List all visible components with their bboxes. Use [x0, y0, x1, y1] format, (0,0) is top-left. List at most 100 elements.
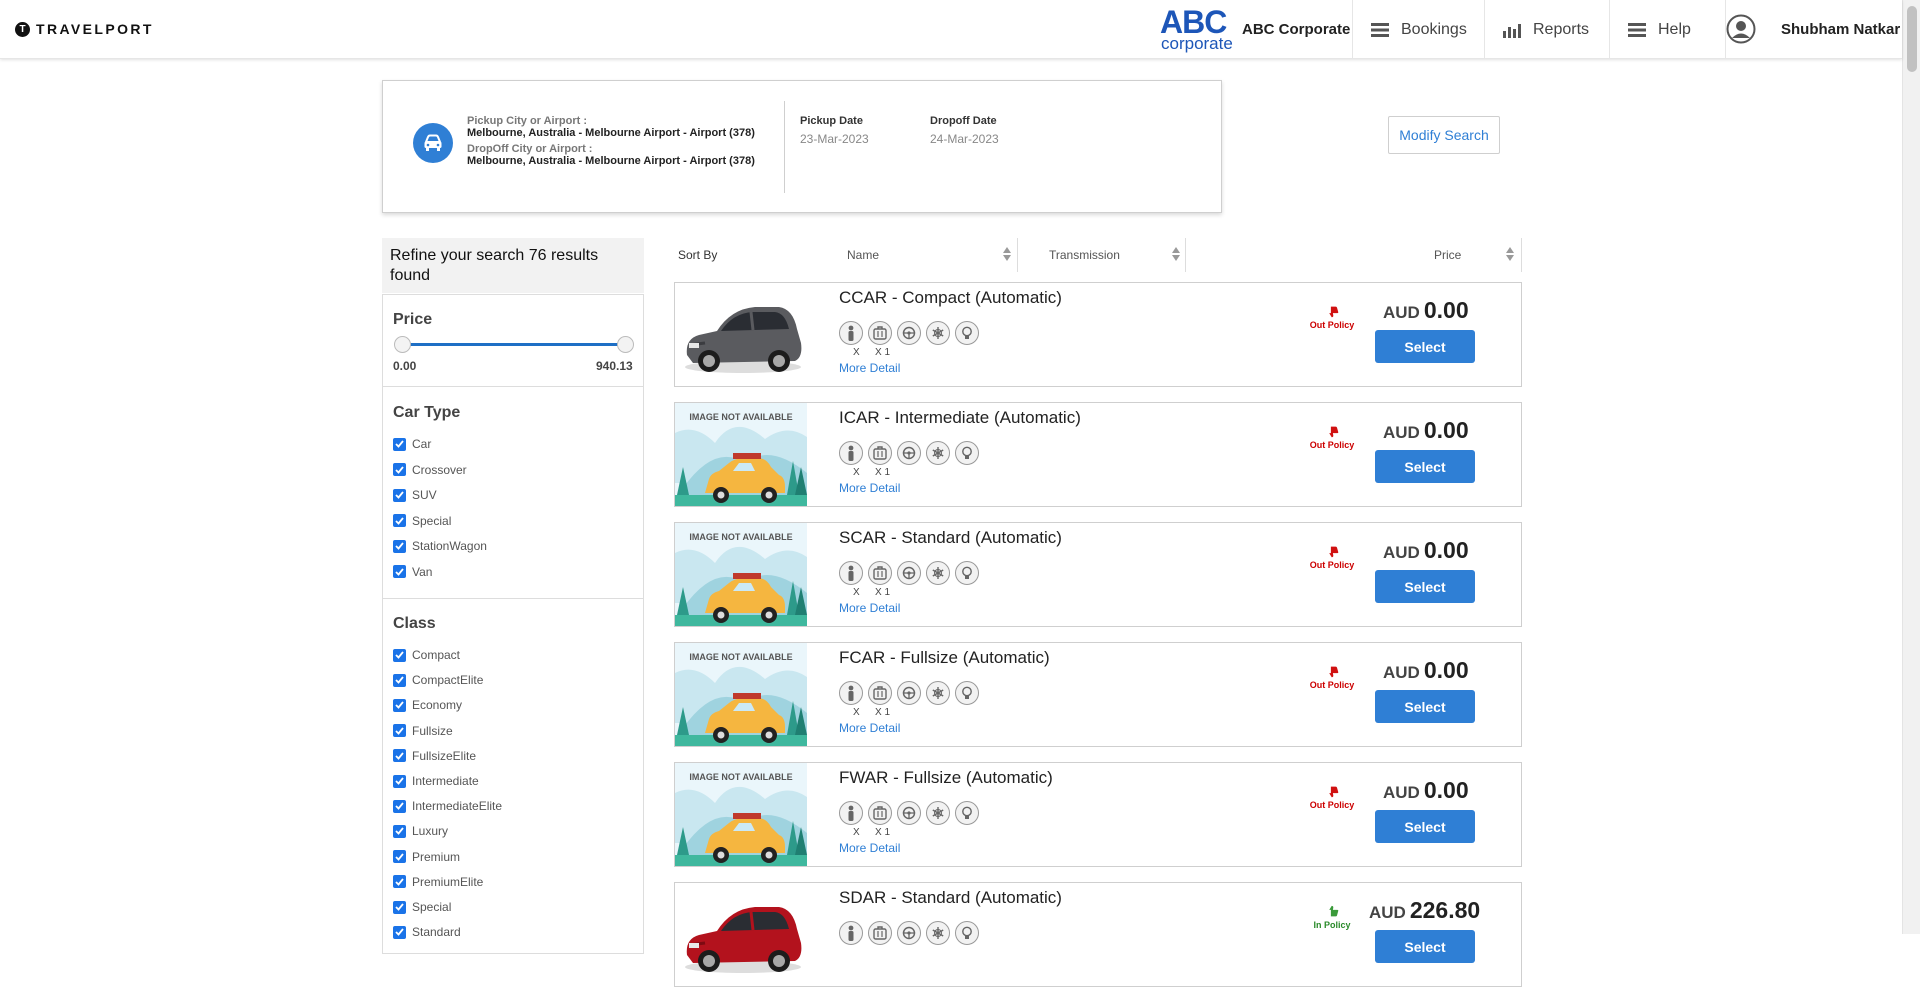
checkbox-checked-icon[interactable] — [393, 824, 406, 838]
class-checkbox[interactable]: Standard — [393, 925, 461, 939]
amenity-icons — [839, 681, 979, 705]
checkbox-checked-icon[interactable] — [393, 850, 406, 864]
sort-price[interactable]: Price — [1434, 248, 1461, 262]
snowflake-icon — [926, 441, 950, 465]
class-checkbox[interactable]: FullsizeElite — [393, 749, 476, 763]
search-summary: Pickup City or Airport : Melbourne, Aust… — [382, 80, 1500, 213]
select-button[interactable]: Select — [1375, 810, 1475, 843]
car-type-checkbox[interactable]: Crossover — [393, 463, 467, 477]
class-checkbox[interactable]: IntermediateElite — [393, 799, 502, 813]
more-detail-link[interactable]: More Detail — [839, 721, 900, 735]
price-slider-max-handle[interactable] — [617, 336, 634, 353]
checkbox-checked-icon[interactable] — [393, 488, 406, 502]
car-type-label: Special — [412, 513, 452, 528]
divider — [1017, 238, 1018, 272]
select-button[interactable]: Select — [1375, 570, 1475, 603]
more-detail-link[interactable]: More Detail — [839, 361, 900, 375]
class-checkbox[interactable]: CompactElite — [393, 673, 483, 687]
modify-search-button[interactable]: Modify Search — [1388, 116, 1500, 154]
class-checkbox[interactable]: PremiumElite — [393, 875, 483, 889]
price-slider-min-handle[interactable] — [394, 336, 411, 353]
checkbox-checked-icon[interactable] — [393, 774, 406, 788]
select-button[interactable]: Select — [1375, 450, 1475, 483]
car-title[interactable]: CCAR - Compact (Automatic) — [839, 288, 1062, 308]
car-title[interactable]: SCAR - Standard (Automatic) — [839, 528, 1062, 548]
checkbox-checked-icon[interactable] — [393, 437, 406, 451]
bar-chart-icon — [1503, 23, 1521, 38]
scrollbar-thumb[interactable] — [1907, 6, 1917, 72]
car-result-card: IMAGE NOT AVAILABLE FWAR - Fullsize (Auto… — [674, 762, 1522, 867]
checkbox-checked-icon[interactable] — [393, 565, 406, 578]
pickup-date-value: 23-Mar-2023 — [800, 132, 869, 146]
bag-count: X 1 — [875, 347, 891, 358]
select-button[interactable]: Select — [1375, 330, 1475, 363]
class-checkbox[interactable]: Luxury — [393, 824, 448, 838]
steering-wheel-icon — [897, 681, 921, 705]
sort-arrows-icon[interactable] — [1002, 246, 1012, 262]
car-type-checkbox[interactable]: Van — [393, 565, 432, 579]
checkbox-checked-icon[interactable] — [393, 648, 406, 662]
user-avatar-icon — [1726, 14, 1756, 44]
car-title[interactable]: FCAR - Fullsize (Automatic) — [839, 648, 1050, 668]
class-label: Standard — [412, 925, 461, 940]
steering-wheel-icon — [897, 441, 921, 465]
checkbox-checked-icon[interactable] — [393, 698, 406, 712]
more-detail-link[interactable]: More Detail — [839, 841, 900, 855]
car-type-checkbox[interactable]: Car — [393, 437, 431, 451]
checkbox-checked-icon[interactable] — [393, 539, 406, 553]
class-label: CompactElite — [412, 673, 484, 688]
car-type-checkbox[interactable]: SUV — [393, 488, 437, 502]
policy-status: Out Policy — [1307, 425, 1357, 450]
currency: AUD — [1383, 543, 1420, 562]
sort-name[interactable]: Name — [847, 248, 879, 262]
more-detail-link[interactable]: More Detail — [839, 601, 900, 615]
checkbox-checked-icon[interactable] — [393, 514, 406, 527]
svg-text:IMAGE NOT AVAILABLE: IMAGE NOT AVAILABLE — [689, 772, 792, 782]
more-detail-link[interactable]: More Detail — [839, 481, 900, 495]
checkbox-checked-icon[interactable] — [393, 673, 406, 687]
select-button[interactable]: Select — [1375, 690, 1475, 723]
car-title[interactable]: SDAR - Standard (Automatic) — [839, 888, 1062, 908]
class-checkbox[interactable]: Compact — [393, 648, 460, 662]
page-scrollbar[interactable] — [1902, 0, 1920, 934]
car-title[interactable]: FWAR - Fullsize (Automatic) — [839, 768, 1053, 788]
user-menu[interactable]: Shubham Natkar — [1725, 0, 1900, 59]
travelport-logo[interactable]: T TRAVELPORT — [15, 21, 154, 37]
car-photo — [675, 283, 807, 386]
nav-bookings-label: Bookings — [1401, 20, 1467, 38]
policy-label: Out Policy — [1309, 440, 1355, 450]
class-checkbox[interactable]: Economy — [393, 698, 462, 712]
price-amount: 0.00 — [1423, 417, 1469, 443]
car-title[interactable]: ICAR - Intermediate (Automatic) — [839, 408, 1081, 428]
checkbox-checked-icon[interactable] — [393, 463, 406, 476]
checkbox-checked-icon[interactable] — [393, 799, 406, 813]
nav-bookings[interactable]: Bookings — [1352, 0, 1484, 59]
class-checkbox[interactable]: Special — [393, 900, 451, 914]
car-image — [675, 883, 807, 986]
checkbox-checked-icon[interactable] — [393, 875, 406, 889]
car-type-checkbox[interactable]: Special — [393, 514, 451, 528]
price-slider-track[interactable] — [403, 343, 627, 346]
lightbulb-icon — [955, 561, 979, 585]
select-button[interactable]: Select — [1375, 930, 1475, 963]
class-filter-title: Class — [393, 615, 436, 632]
luggage-icon — [868, 561, 892, 585]
sort-arrows-icon[interactable] — [1171, 246, 1181, 262]
class-checkbox[interactable]: Premium — [393, 850, 460, 864]
class-checkbox[interactable]: Intermediate — [393, 774, 479, 788]
checkbox-checked-icon[interactable] — [393, 724, 406, 738]
nav-help[interactable]: Help — [1609, 0, 1725, 59]
car-circle-icon — [413, 123, 453, 163]
class-checkbox[interactable]: Fullsize — [393, 724, 453, 738]
policy-status: Out Policy — [1307, 665, 1357, 690]
nav-reports[interactable]: Reports — [1484, 0, 1609, 59]
checkbox-checked-icon[interactable] — [393, 900, 406, 914]
car-type-checkbox[interactable]: StationWagon — [393, 539, 487, 553]
sort-transmission[interactable]: Transmission — [1049, 248, 1120, 262]
corporate-logo-subtext: corporate — [1161, 34, 1233, 53]
checkbox-checked-icon[interactable] — [393, 749, 406, 763]
checkbox-checked-icon[interactable] — [393, 925, 406, 939]
amenity-icons — [839, 441, 979, 465]
menu-icon — [1371, 22, 1389, 37]
sort-arrows-icon[interactable] — [1505, 246, 1515, 262]
